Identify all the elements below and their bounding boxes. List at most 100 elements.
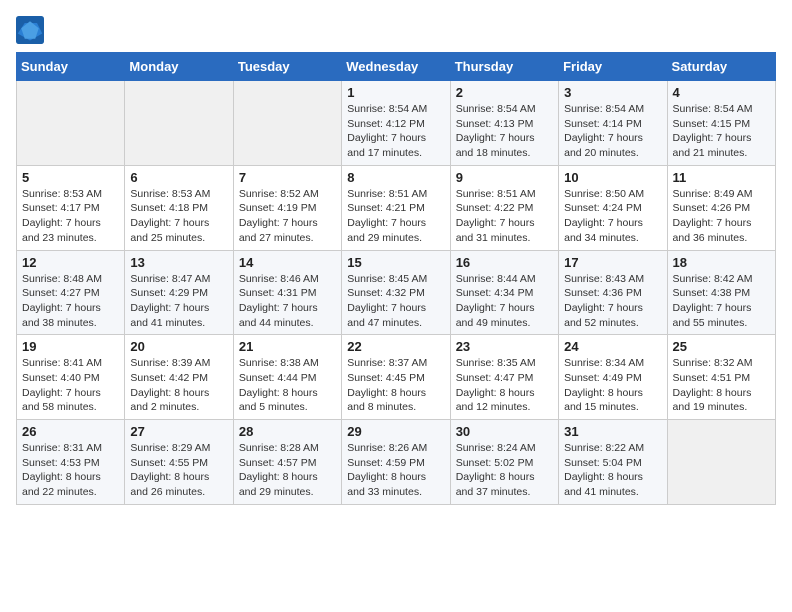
calendar-week-row: 26 Sunrise: 8:31 AM Sunset: 4:53 PM Dayli… xyxy=(17,420,776,505)
calendar-cell: 23 Sunrise: 8:35 AM Sunset: 4:47 PM Dayli… xyxy=(450,335,558,420)
calendar-cell: 19Sunrise: 8:41 AM Sunset: 4:40 PM Dayli… xyxy=(17,335,125,420)
calendar-cell: 4 Sunrise: 8:54 AM Sunset: 4:15 PM Daylig… xyxy=(667,81,775,166)
calendar-table: SundayMondayTuesdayWednesdayThursdayFrid… xyxy=(16,52,776,505)
calendar-week-row: 12Sunrise: 8:48 AM Sunset: 4:27 PM Dayli… xyxy=(17,250,776,335)
calendar-cell: 24 Sunrise: 8:34 AM Sunset: 4:49 PM Dayli… xyxy=(559,335,667,420)
calendar-cell xyxy=(667,420,775,505)
day-number: 7 xyxy=(239,170,336,185)
day-info: Sunrise: 8:42 AM Sunset: 4:38 PM Dayligh… xyxy=(673,272,770,331)
calendar-cell: 2Sunrise: 8:54 AM Sunset: 4:13 PM Daylig… xyxy=(450,81,558,166)
day-number: 15 xyxy=(347,255,444,270)
day-number: 11 xyxy=(673,170,770,185)
day-number: 5 xyxy=(22,170,119,185)
day-number: 27 xyxy=(130,424,227,439)
calendar-cell: 5 Sunrise: 8:53 AM Sunset: 4:17 PM Daylig… xyxy=(17,165,125,250)
day-number: 3 xyxy=(564,85,661,100)
day-number: 1 xyxy=(347,85,444,100)
calendar-cell: 27 Sunrise: 8:29 AM Sunset: 4:55 PM Dayli… xyxy=(125,420,233,505)
day-info: Sunrise: 8:49 AM Sunset: 4:26 PM Dayligh… xyxy=(673,187,770,246)
calendar-cell: 11 Sunrise: 8:49 AM Sunset: 4:26 PM Dayli… xyxy=(667,165,775,250)
calendar-week-row: 5 Sunrise: 8:53 AM Sunset: 4:17 PM Daylig… xyxy=(17,165,776,250)
day-number: 17 xyxy=(564,255,661,270)
day-number: 31 xyxy=(564,424,661,439)
day-info: Sunrise: 8:34 AM Sunset: 4:49 PM Dayligh… xyxy=(564,356,661,415)
day-info: Sunrise: 8:22 AM Sunset: 5:04 PM Dayligh… xyxy=(564,441,661,500)
day-info: Sunrise: 8:45 AM Sunset: 4:32 PM Dayligh… xyxy=(347,272,444,331)
weekday-header-cell: Monday xyxy=(125,53,233,81)
calendar-cell: 6 Sunrise: 8:53 AM Sunset: 4:18 PM Daylig… xyxy=(125,165,233,250)
day-number: 18 xyxy=(673,255,770,270)
calendar-cell: 22 Sunrise: 8:37 AM Sunset: 4:45 PM Dayli… xyxy=(342,335,450,420)
calendar-cell: 14 Sunrise: 8:46 AM Sunset: 4:31 PM Dayli… xyxy=(233,250,341,335)
day-number: 2 xyxy=(456,85,553,100)
day-number: 19 xyxy=(22,339,119,354)
day-number: 6 xyxy=(130,170,227,185)
calendar-cell: 1 Sunrise: 8:54 AM Sunset: 4:12 PM Daylig… xyxy=(342,81,450,166)
day-info: Sunrise: 8:43 AM Sunset: 4:36 PM Dayligh… xyxy=(564,272,661,331)
day-number: 4 xyxy=(673,85,770,100)
day-info: Sunrise: 8:44 AM Sunset: 4:34 PM Dayligh… xyxy=(456,272,553,331)
weekday-header-cell: Tuesday xyxy=(233,53,341,81)
day-info: Sunrise: 8:46 AM Sunset: 4:31 PM Dayligh… xyxy=(239,272,336,331)
day-number: 20 xyxy=(130,339,227,354)
weekday-header-cell: Friday xyxy=(559,53,667,81)
day-number: 29 xyxy=(347,424,444,439)
calendar-cell: 13Sunrise: 8:47 AM Sunset: 4:29 PM Dayli… xyxy=(125,250,233,335)
day-info: Sunrise: 8:54 AM Sunset: 4:15 PM Dayligh… xyxy=(673,102,770,161)
weekday-header-cell: Sunday xyxy=(17,53,125,81)
day-number: 8 xyxy=(347,170,444,185)
calendar-cell xyxy=(233,81,341,166)
calendar-cell: 31 Sunrise: 8:22 AM Sunset: 5:04 PM Dayli… xyxy=(559,420,667,505)
calendar-cell: 30 Sunrise: 8:24 AM Sunset: 5:02 PM Dayli… xyxy=(450,420,558,505)
day-info: Sunrise: 8:51 AM Sunset: 4:21 PM Dayligh… xyxy=(347,187,444,246)
day-info: Sunrise: 8:32 AM Sunset: 4:51 PM Dayligh… xyxy=(673,356,770,415)
calendar-cell: 29Sunrise: 8:26 AM Sunset: 4:59 PM Dayli… xyxy=(342,420,450,505)
calendar-cell: 17 Sunrise: 8:43 AM Sunset: 4:36 PM Dayli… xyxy=(559,250,667,335)
day-info: Sunrise: 8:29 AM Sunset: 4:55 PM Dayligh… xyxy=(130,441,227,500)
day-number: 22 xyxy=(347,339,444,354)
day-info: Sunrise: 8:38 AM Sunset: 4:44 PM Dayligh… xyxy=(239,356,336,415)
day-info: Sunrise: 8:54 AM Sunset: 4:14 PM Dayligh… xyxy=(564,102,661,161)
day-info: Sunrise: 8:24 AM Sunset: 5:02 PM Dayligh… xyxy=(456,441,553,500)
calendar-cell: 21 Sunrise: 8:38 AM Sunset: 4:44 PM Dayli… xyxy=(233,335,341,420)
day-info: Sunrise: 8:35 AM Sunset: 4:47 PM Dayligh… xyxy=(456,356,553,415)
day-info: Sunrise: 8:47 AM Sunset: 4:29 PM Dayligh… xyxy=(130,272,227,331)
calendar-cell: 26 Sunrise: 8:31 AM Sunset: 4:53 PM Dayli… xyxy=(17,420,125,505)
day-info: Sunrise: 8:31 AM Sunset: 4:53 PM Dayligh… xyxy=(22,441,119,500)
day-number: 14 xyxy=(239,255,336,270)
calendar-cell: 25 Sunrise: 8:32 AM Sunset: 4:51 PM Dayli… xyxy=(667,335,775,420)
day-number: 10 xyxy=(564,170,661,185)
day-info: Sunrise: 8:52 AM Sunset: 4:19 PM Dayligh… xyxy=(239,187,336,246)
day-number: 9 xyxy=(456,170,553,185)
calendar-cell: 7 Sunrise: 8:52 AM Sunset: 4:19 PM Daylig… xyxy=(233,165,341,250)
calendar-week-row: 19Sunrise: 8:41 AM Sunset: 4:40 PM Dayli… xyxy=(17,335,776,420)
day-number: 26 xyxy=(22,424,119,439)
logo xyxy=(16,16,48,44)
day-info: Sunrise: 8:50 AM Sunset: 4:24 PM Dayligh… xyxy=(564,187,661,246)
day-info: Sunrise: 8:39 AM Sunset: 4:42 PM Dayligh… xyxy=(130,356,227,415)
weekday-header-cell: Thursday xyxy=(450,53,558,81)
day-number: 25 xyxy=(673,339,770,354)
day-number: 28 xyxy=(239,424,336,439)
day-info: Sunrise: 8:54 AM Sunset: 4:12 PM Dayligh… xyxy=(347,102,444,161)
weekday-header-cell: Wednesday xyxy=(342,53,450,81)
logo-icon xyxy=(16,16,44,44)
weekday-header-cell: Saturday xyxy=(667,53,775,81)
calendar-cell: 12Sunrise: 8:48 AM Sunset: 4:27 PM Dayli… xyxy=(17,250,125,335)
day-info: Sunrise: 8:53 AM Sunset: 4:18 PM Dayligh… xyxy=(130,187,227,246)
day-number: 21 xyxy=(239,339,336,354)
day-number: 24 xyxy=(564,339,661,354)
calendar-cell: 18 Sunrise: 8:42 AM Sunset: 4:38 PM Dayli… xyxy=(667,250,775,335)
calendar-cell: 15 Sunrise: 8:45 AM Sunset: 4:32 PM Dayli… xyxy=(342,250,450,335)
calendar-cell xyxy=(125,81,233,166)
weekday-header-row: SundayMondayTuesdayWednesdayThursdayFrid… xyxy=(17,53,776,81)
day-number: 12 xyxy=(22,255,119,270)
calendar-cell: 10 Sunrise: 8:50 AM Sunset: 4:24 PM Dayli… xyxy=(559,165,667,250)
day-number: 30 xyxy=(456,424,553,439)
day-number: 16 xyxy=(456,255,553,270)
day-number: 23 xyxy=(456,339,553,354)
day-info: Sunrise: 8:53 AM Sunset: 4:17 PM Dayligh… xyxy=(22,187,119,246)
page-header xyxy=(16,16,776,44)
calendar-cell: 16 Sunrise: 8:44 AM Sunset: 4:34 PM Dayli… xyxy=(450,250,558,335)
day-info: Sunrise: 8:37 AM Sunset: 4:45 PM Dayligh… xyxy=(347,356,444,415)
